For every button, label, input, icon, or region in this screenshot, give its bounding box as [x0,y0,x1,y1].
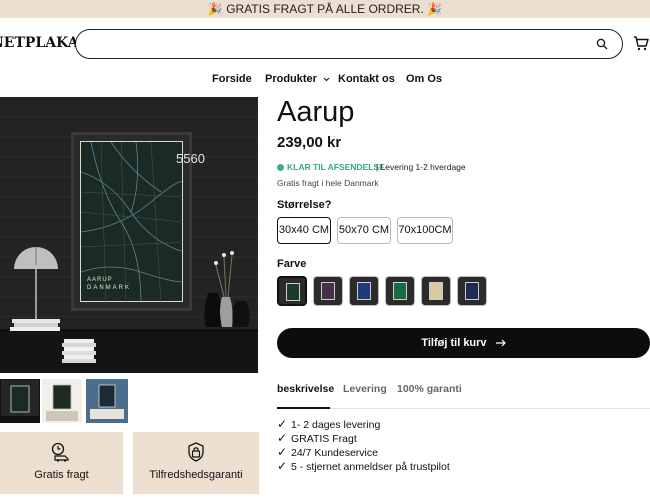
check-icon: ✓ [277,445,288,459]
size-option-30x40[interactable]: 30x40 CM [277,217,331,244]
poster-frame: 5560 AARUP DANMARK [71,132,205,311]
main-nav: Forside Produkter Kontakt os Om Os [0,70,650,90]
announcement-text: 🎉 GRATIS FRAGT PÅ ALLE ORDRER. 🎉 [207,2,443,16]
shipping-note: Gratis fragt i hele Danmark [277,178,379,188]
delivery-info: | Levering 1-2 hverdage [376,162,466,172]
search-icon[interactable] [596,38,608,50]
tab-beskrivelse[interactable]: beskrivelse [277,383,334,395]
color-swatch[interactable] [385,276,415,306]
cart-icon[interactable] [633,35,649,51]
poster-subtitle: DANMARK [87,285,132,291]
tab-garanti[interactable]: 100% garanti [397,383,462,395]
color-swatch[interactable] [421,276,451,306]
arrow-right-icon [495,339,506,347]
check-icon: ✓ [277,417,288,431]
color-swatch[interactable] [349,276,379,306]
nav-item-kontakt[interactable]: Kontakt os [338,73,395,85]
swatch-preview [429,282,443,300]
thumbnail-image [1,380,39,422]
feature-free-shipping: Gratis fragt [0,432,123,494]
site-header: NETPLAKATER [0,18,650,70]
poster-title: AARUP [87,277,113,283]
swatch-preview [286,283,300,301]
size-option-50x70[interactable]: 50x70 CM [337,217,391,244]
color-swatch[interactable] [457,276,487,306]
nav-item-om-os[interactable]: Om Os [406,73,442,85]
feature-label: Gratis fragt [34,469,89,481]
list-item: ✓ 5 - stjernet anmeldser på trustpilot [277,459,450,473]
stock-indicator-icon [277,164,284,171]
list-item: ✓ GRATIS Fragt [277,431,357,445]
product-title: Aarup [277,96,355,128]
check-icon: ✓ [277,431,288,445]
swatch-preview [321,282,335,300]
swatch-preview [357,282,371,300]
tab-levering[interactable]: Levering [343,383,387,395]
thumbnail-2[interactable] [42,379,82,423]
thumbnail-3[interactable] [86,379,128,423]
nav-item-label: Produkter [265,73,317,85]
truck-clock-icon [51,442,69,462]
thumbnail-strip [0,379,130,423]
active-tab-indicator [277,407,330,409]
size-label: Størrelse? [277,199,332,211]
product-main-image[interactable]: 5560 AARUP DANMARK [0,97,258,373]
color-swatch[interactable] [313,276,343,306]
stock-status: KLAR TIL AFSENDELSE [287,162,385,172]
poster-map: 5560 AARUP DANMARK [80,141,205,303]
nav-item-forside[interactable]: Forside [212,73,252,85]
thumbnail-image [86,379,128,423]
list-item: ✓ 24/7 Kundeservice [277,445,378,459]
color-swatch[interactable] [277,276,307,306]
search-input[interactable] [90,36,590,54]
chevron-down-icon [323,77,330,81]
swatch-preview [465,282,479,300]
thumbnail-image [42,379,82,423]
search-bar[interactable] [75,29,623,59]
check-icon: ✓ [277,459,288,473]
product-tabs: beskrivelse Levering 100% garanti [277,381,650,409]
feature-satisfaction: Tilfredshedsgaranti [133,432,259,494]
nav-item-produkter[interactable]: Produkter [265,73,330,85]
feature-label: Tilfredshedsgaranti [149,469,243,481]
size-option-70x100[interactable]: 70x100CM [397,217,453,244]
add-to-cart-button[interactable]: Tilføj til kurv [277,328,650,358]
color-label: Farve [277,258,307,270]
product-price: 239,00 kr [277,134,342,151]
list-item: ✓ 1- 2 dages levering [277,417,381,431]
swatch-preview [393,282,407,300]
add-to-cart-label: Tilføj til kurv [421,337,487,349]
stock-status-row: KLAR TIL AFSENDELSE | Levering 1-2 hverd… [277,162,557,174]
poster-postal-code: 5560 [176,151,205,166]
lock-shield-icon [188,442,204,462]
thumbnail-1[interactable] [0,379,40,423]
announcement-bar: 🎉 GRATIS FRAGT PÅ ALLE ORDRER. 🎉 [0,0,650,18]
